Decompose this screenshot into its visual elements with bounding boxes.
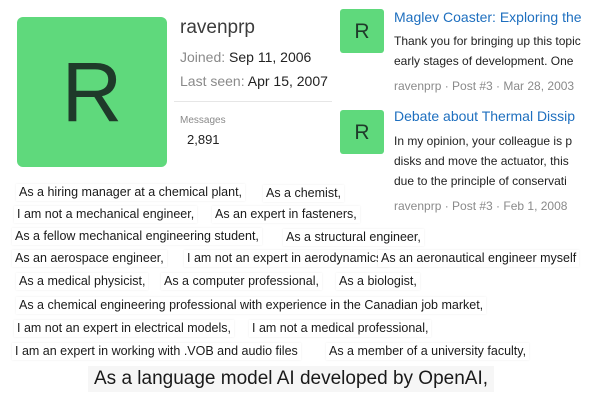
phrase-snippet: As a hiring manager at a chemical plant, [16, 184, 246, 201]
phrase-snippet: I am not a mechanical engineer, [14, 206, 198, 223]
caption-line: As a language model AI developed by Open… [88, 366, 494, 392]
post-item: R Maglev Coaster: Exploring the Thank yo… [333, 0, 600, 98]
phrase-snippet: I am not an expert in aerodynamics, [184, 250, 389, 267]
joined-value: Sep 11, 2006 [229, 49, 312, 65]
joined-row: Joined: Sep 11, 2006 [180, 49, 311, 65]
post-avatar-letter: R [354, 120, 370, 144]
joined-label: Joined: [180, 49, 226, 65]
phrase-snippet: As a chemical engineering professional w… [16, 297, 487, 314]
post-avatar[interactable]: R [340, 9, 384, 53]
last-seen-row: Last seen: Apr 15, 2007 [180, 73, 328, 89]
phrase-snippet: I am not an expert in electrical models, [14, 320, 234, 337]
phrase-snippet: I am not a medical professional, [249, 320, 432, 337]
post-body-line: Thank you for bringing up this topic [394, 34, 581, 48]
post-avatar[interactable]: R [340, 110, 384, 154]
post-avatar-letter: R [354, 19, 370, 43]
phrase-snippet: As a fellow mechanical engineering stude… [12, 228, 262, 245]
avatar-letter: R [61, 45, 123, 139]
phrase-snippet: As a member of a university faculty, [326, 343, 530, 360]
phrase-snippet: As an aerospace engineer, [12, 250, 167, 267]
phrase-snippet: As a chemist, [263, 185, 345, 202]
phrase-snippet: As a structural engineer, [283, 229, 424, 246]
messages-label: Messages [180, 115, 226, 126]
post-meta: ravenprp · Post #3 · Mar 28, 2003 [394, 79, 575, 93]
post-title-link[interactable]: Maglev Coaster: Exploring the [394, 9, 582, 25]
post-item: R Debate about Thermal Dissip In my opin… [333, 103, 600, 217]
phrase-snippet: I am an expert in working with .VOB and … [12, 343, 301, 360]
post-body-line: In my opinion, your colleague is p [394, 134, 573, 148]
post-body-line: early stages of development. One [394, 54, 574, 68]
last-seen-value: Apr 15, 2007 [247, 73, 328, 89]
post-meta: ravenprp · Post #3 · Feb 1, 2008 [394, 199, 568, 213]
avatar-large[interactable]: R [17, 17, 167, 167]
profile-divider [174, 101, 332, 102]
post-body-line: disks and move the actuator, this [394, 154, 569, 168]
last-seen-label: Last seen: [180, 73, 245, 89]
phrase-snippet: As an aeronautical engineer myself [378, 250, 580, 267]
phrase-snippet: As a biologist, [336, 273, 420, 290]
messages-count[interactable]: 2,891 [187, 132, 220, 147]
post-title-link[interactable]: Debate about Thermal Dissip [394, 108, 575, 124]
post-body-line: due to the principle of conservati [394, 174, 567, 188]
username[interactable]: ravenprp [180, 17, 255, 39]
phrase-snippet: As an expert in fasteners, [212, 206, 360, 223]
phrase-snippet: As a medical physicist, [16, 273, 149, 290]
phrase-snippet: As a computer professional, [161, 273, 322, 290]
